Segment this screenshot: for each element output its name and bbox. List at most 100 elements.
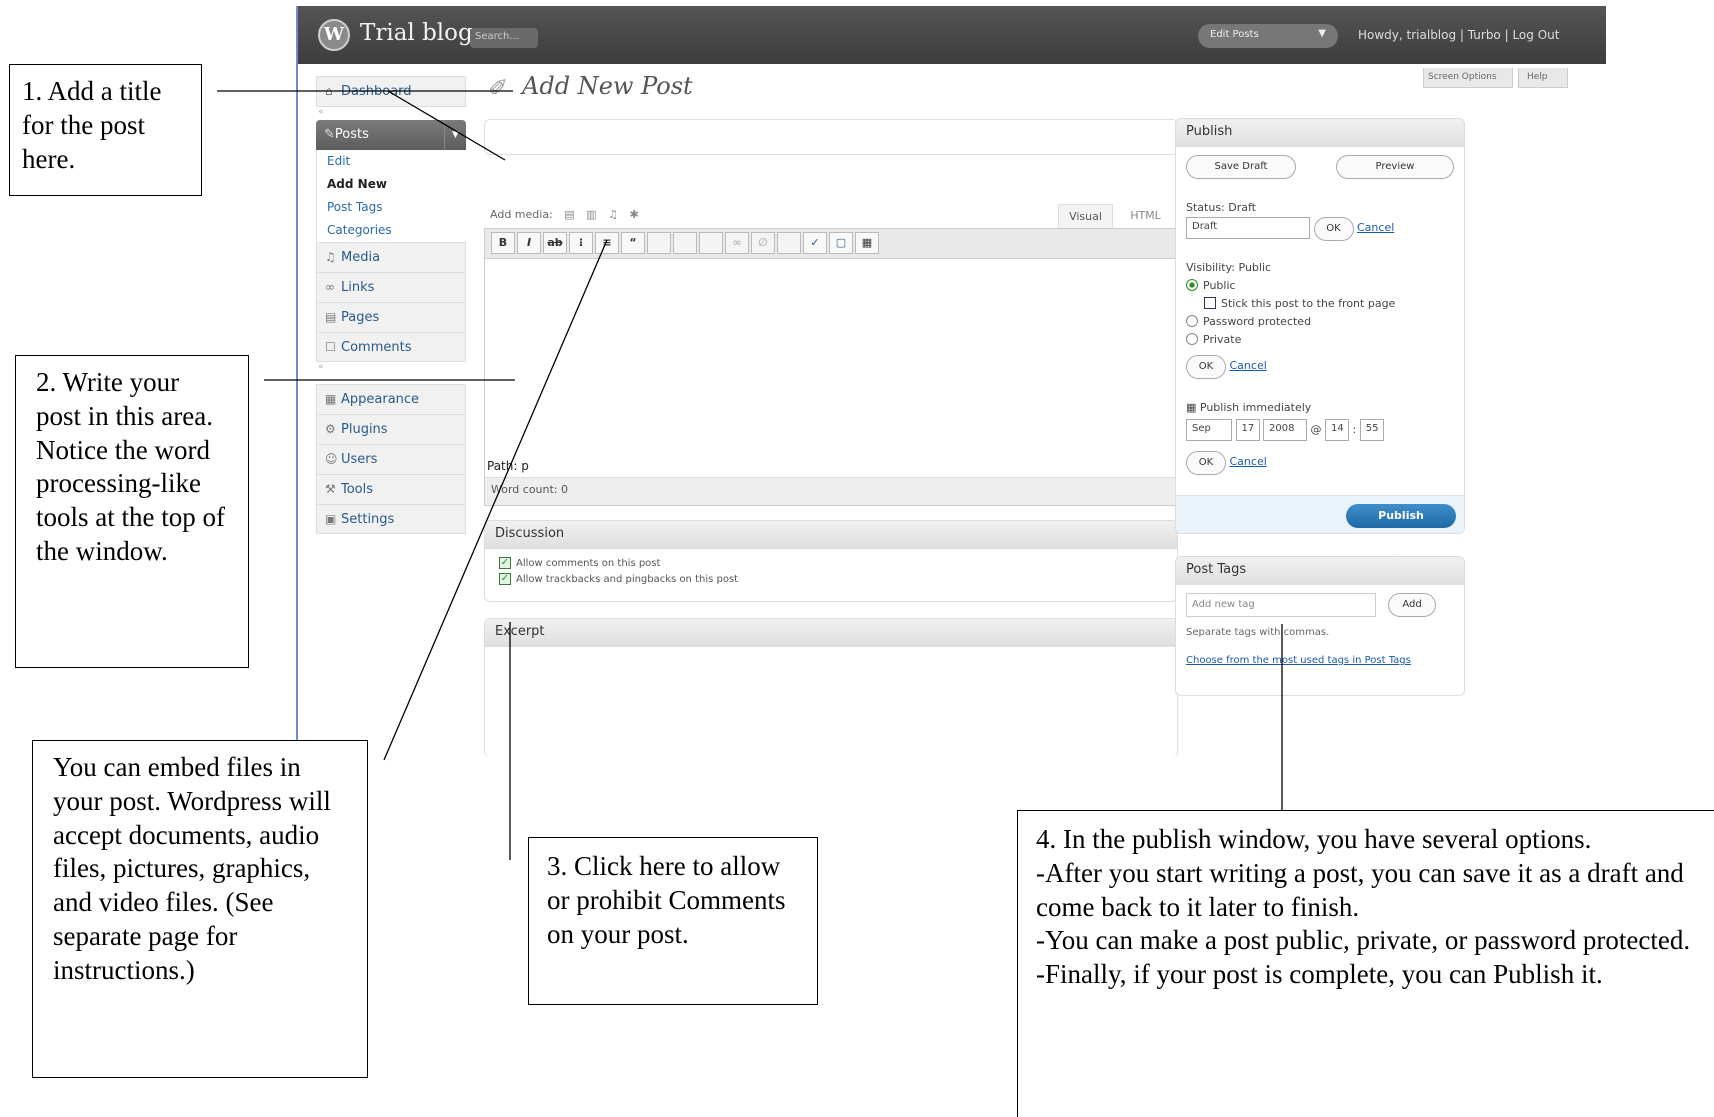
preview-button[interactable]: Preview — [1336, 155, 1454, 179]
allow-pings-row[interactable]: ✓ Allow trackbacks and pingbacks on this … — [485, 571, 1177, 587]
bullet-list-button[interactable]: ⁝ — [569, 232, 593, 254]
bold-button[interactable]: B — [491, 232, 515, 254]
sidebar-item-plugins[interactable]: ⚙ Plugins — [316, 414, 466, 444]
add-media-icon[interactable]: ✱ — [629, 208, 638, 221]
media-icon: ♫ — [325, 250, 336, 264]
status-label: Status: Draft — [1186, 201, 1256, 214]
save-draft-button[interactable]: Save Draft — [1186, 155, 1296, 179]
favorite-actions-dropdown[interactable]: Edit Posts ▼ — [1198, 24, 1338, 48]
public-label: Public — [1203, 279, 1236, 292]
post-title-input[interactable] — [484, 119, 1178, 155]
publish-button[interactable]: Publish — [1346, 504, 1456, 528]
sidebar-item-users[interactable]: ☺ Users — [316, 444, 466, 474]
sidebar-item-posts[interactable]: ✎Posts ▼ — [316, 120, 466, 150]
year-value: 2008 — [1269, 423, 1295, 434]
link-button[interactable]: ∞ — [725, 232, 749, 254]
sticky-checkbox[interactable] — [1204, 297, 1216, 309]
spellcheck-button[interactable]: ✓ — [803, 232, 827, 254]
align-left-button[interactable] — [647, 232, 671, 254]
month-select[interactable]: Sep — [1186, 419, 1232, 441]
status-ok-button[interactable]: OK — [1313, 217, 1354, 241]
sidebar-item-comments[interactable]: ☐ Comments — [316, 332, 466, 362]
dropdown-label: Edit Posts — [1210, 29, 1259, 40]
year-input[interactable]: 2008 — [1263, 419, 1307, 441]
page-title-text: Add New Post — [522, 72, 693, 100]
post-editor[interactable]: B Iab ⁝ ≡ “ ∞ ∅ ✓ ▢ ▦ Path: p Word count: 0 — [484, 228, 1178, 506]
status-cancel-link[interactable]: Cancel — [1357, 221, 1394, 234]
sidebar-item-label: Plugins — [341, 422, 388, 437]
kitchen-sink-button[interactable]: ▦ — [855, 232, 879, 254]
expand-toggle-icon[interactable]: ▼ — [444, 120, 466, 150]
public-radio[interactable] — [1186, 279, 1198, 291]
sidebar-item-label: Users — [341, 452, 378, 467]
link-icon: ∞ — [325, 280, 335, 294]
add-image-icon[interactable]: ▤ — [564, 208, 574, 221]
tag-input[interactable]: Add new tag — [1186, 593, 1376, 617]
sidebar-subitem-categories[interactable]: Categories — [316, 219, 466, 242]
media-upload-row: Add media: ▤ ▥ ♫ ✱ — [490, 208, 639, 221]
publish-title[interactable]: Publish — [1176, 119, 1464, 147]
minute-value: 55 — [1365, 423, 1379, 434]
sidebar-subitem-post-tags[interactable]: Post Tags — [316, 196, 466, 219]
blog-name[interactable]: Trial blog — [360, 20, 473, 46]
more-tag-button[interactable] — [777, 232, 801, 254]
month-value: Sep — [1192, 423, 1211, 434]
sidebar-item-label: Dashboard — [341, 84, 412, 99]
search-input[interactable]: Search... — [470, 28, 538, 48]
tab-visual[interactable]: Visual — [1058, 204, 1113, 228]
allow-pings-checkbox[interactable]: ✓ — [499, 573, 511, 585]
align-right-button[interactable] — [699, 232, 723, 254]
numbered-list-button[interactable]: ≡ — [595, 232, 619, 254]
screen-options-tab[interactable]: Screen Options — [1423, 68, 1513, 88]
sidebar-item-dashboard[interactable]: ⌂ Dashboard — [316, 76, 466, 106]
allow-comments-checkbox[interactable]: ✓ — [499, 557, 511, 569]
add-audio-icon[interactable]: ♫ — [608, 208, 618, 221]
sidebar-item-tools[interactable]: ⚒ Tools — [316, 474, 466, 504]
user-links[interactable]: Howdy, trialblog | Turbo | Log Out — [1358, 28, 1559, 42]
timestamp-ok-button[interactable]: OK — [1186, 451, 1226, 475]
callout-publish-line: -Finally, if your post is complete, you … — [1036, 959, 1603, 989]
tab-html[interactable]: HTML — [1118, 204, 1173, 228]
visibility-ok-button[interactable]: OK — [1186, 355, 1226, 379]
status-select[interactable]: Draft — [1186, 217, 1310, 239]
most-used-tags-link[interactable]: Choose from the most used tags in Post T… — [1186, 655, 1411, 666]
unlink-button[interactable]: ∅ — [751, 232, 775, 254]
help-tab[interactable]: Help — [1518, 68, 1568, 88]
sidebar-item-settings[interactable]: ▣ Settings — [316, 504, 466, 534]
callout-publish-line: 4. In the publish window, you have sever… — [1036, 824, 1592, 854]
appearance-icon: ▦ — [325, 392, 337, 406]
visibility-cancel-link[interactable]: Cancel — [1230, 359, 1267, 372]
post-pin-icon: ✐ — [488, 74, 509, 102]
hour-input[interactable]: 14 — [1325, 419, 1349, 441]
sidebar-item-media[interactable]: ♫ Media — [316, 242, 466, 272]
add-video-icon[interactable]: ▥ — [586, 208, 596, 221]
admin-header: W Trial blog Search... Edit Posts ▼ Howd… — [298, 6, 1606, 64]
add-tag-button[interactable]: Add — [1388, 593, 1436, 617]
pin-icon: ✎ — [324, 127, 335, 142]
align-center-button[interactable] — [673, 232, 697, 254]
allow-comments-row[interactable]: ✓ Allow comments on this post — [485, 549, 1177, 571]
blockquote-button[interactable]: “ — [621, 232, 645, 254]
sidebar-subitem-edit[interactable]: Edit — [316, 150, 466, 173]
password-radio[interactable] — [1186, 315, 1198, 327]
users-icon: ☺ — [325, 452, 338, 466]
discussion-title[interactable]: Discussion — [485, 521, 1177, 549]
callout-publish-line: -After you start writing a post, you can… — [1036, 857, 1684, 922]
minute-input[interactable]: 55 — [1359, 419, 1384, 441]
fullscreen-button[interactable]: ▢ — [829, 232, 853, 254]
calendar-icon: ▦ — [1186, 401, 1200, 414]
sidebar-item-pages[interactable]: ▤ Pages — [316, 302, 466, 332]
timestamp-cancel-link[interactable]: Cancel — [1230, 455, 1267, 468]
excerpt-title[interactable]: Excerpt — [485, 619, 1177, 647]
path-bar: Path: p — [487, 459, 529, 473]
plugin-icon: ⚙ — [325, 422, 336, 436]
post-tags-title[interactable]: Post Tags — [1176, 557, 1464, 585]
sidebar-item-appearance[interactable]: ▦ Appearance — [316, 384, 466, 414]
sidebar-subitem-add-new[interactable]: Add New — [316, 173, 466, 196]
italic-button[interactable]: I — [517, 232, 541, 254]
private-radio[interactable] — [1186, 333, 1198, 345]
sidebar-item-links[interactable]: ∞ Links — [316, 272, 466, 302]
publish-immediately-label: Publish immediately — [1199, 401, 1312, 414]
day-input[interactable]: 17 — [1235, 419, 1260, 441]
strikethrough-button[interactable]: ab — [543, 232, 567, 254]
